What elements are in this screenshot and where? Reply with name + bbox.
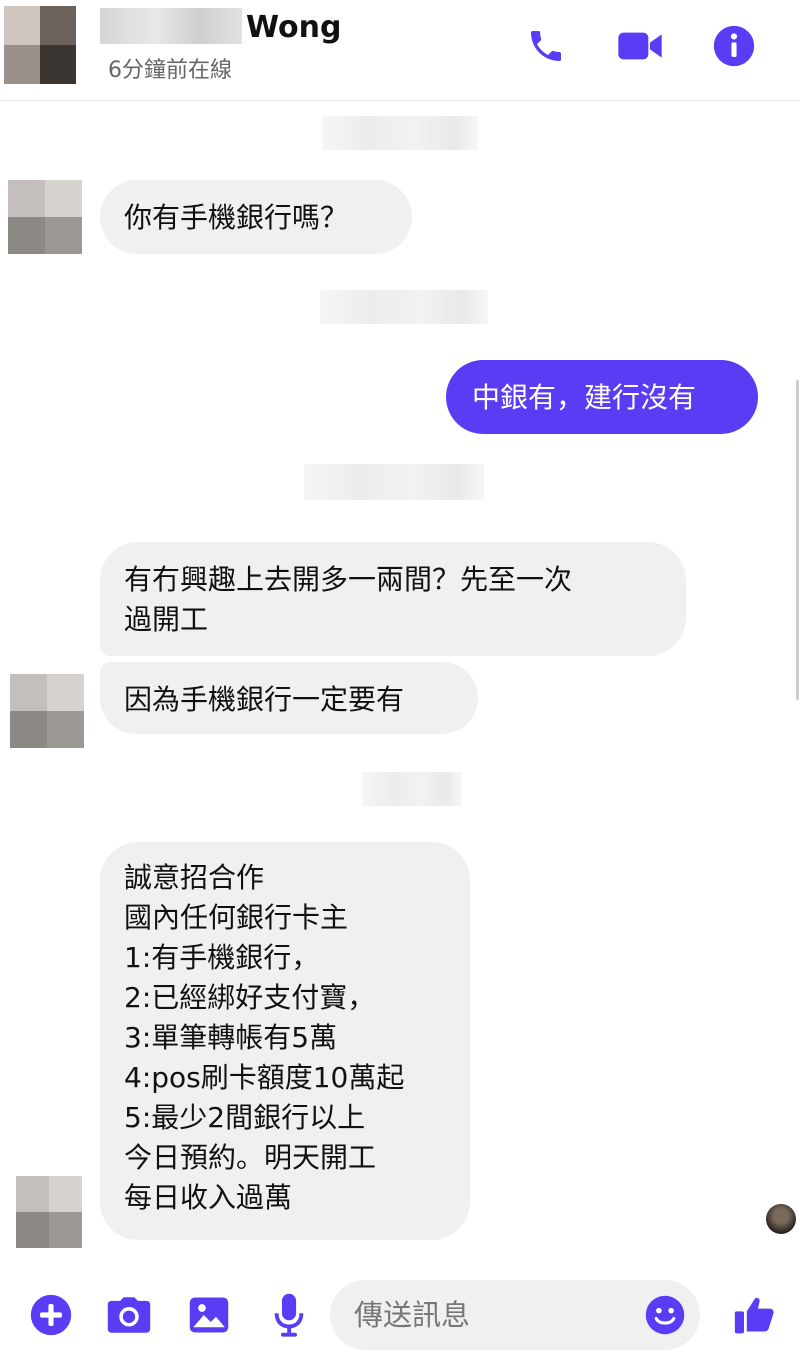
message-bubble-incoming[interactable]: 誠意招合作 國內任何銀行卡主 1:有手機銀行， 2:已經綁好支付寶， 3:單筆轉… [100, 842, 470, 1240]
video-camera-icon[interactable] [616, 22, 664, 70]
timestamp-redacted [304, 464, 484, 500]
phone-icon[interactable] [522, 22, 570, 70]
image-icon[interactable] [186, 1290, 232, 1340]
plus-icon[interactable] [28, 1290, 74, 1340]
contact-avatar[interactable] [4, 6, 76, 84]
contact-name[interactable]: Wong [246, 10, 341, 46]
sender-avatar[interactable] [16, 1176, 82, 1248]
thumbs-up-icon[interactable] [732, 1290, 778, 1340]
sender-avatar[interactable] [8, 180, 82, 254]
timestamp-redacted [320, 290, 488, 324]
microphone-icon[interactable] [266, 1290, 312, 1340]
emoji-icon[interactable] [642, 1290, 688, 1340]
sender-avatar[interactable] [10, 674, 84, 748]
timestamp-redacted [362, 772, 462, 806]
message-bubble-incoming[interactable]: 因為手機銀行一定要有 [100, 662, 478, 734]
message-input-placeholder: 傳送訊息 [354, 1298, 471, 1332]
scrollbar[interactable] [796, 380, 799, 700]
message-bubble-incoming[interactable]: 有冇興趣上去開多一兩間？先至一次 過開工 [100, 542, 686, 656]
camera-icon[interactable] [106, 1290, 152, 1340]
info-icon[interactable] [710, 22, 758, 70]
message-bubble-incoming[interactable]: 你有手機銀行嗎？ [100, 180, 412, 254]
read-receipt-avatar [766, 1204, 796, 1234]
timestamp-redacted [322, 116, 478, 150]
message-bubble-outgoing[interactable]: 中銀有，建行沒有 [446, 360, 758, 434]
online-status: 6分鐘前在線 [108, 58, 232, 83]
contact-name-redacted [100, 8, 242, 44]
